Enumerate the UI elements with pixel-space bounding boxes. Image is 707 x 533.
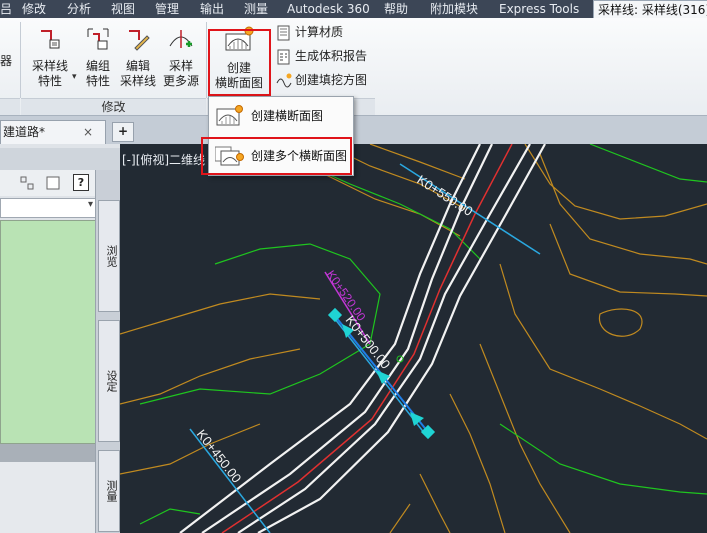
green-contour — [589, 144, 707, 183]
palette-side-tabs: 浏览 设定 测量 — [95, 170, 120, 533]
menu-item-addins[interactable]: 附加模块 — [430, 0, 478, 18]
sampleline-properties-label-1: 采样线 — [31, 59, 68, 73]
drawing-svg: K0+550.00 K0+500.00 K0+450.00 K0+520.00 — [120, 144, 707, 533]
sample-more-label-2: 更多源 — [162, 74, 199, 88]
dropdown-arrow-icon[interactable]: ▾ — [72, 72, 77, 82]
edit-group-label-2: 特性 — [85, 74, 110, 88]
palette-toolbar: ? — [0, 170, 95, 196]
menu-item-sampleline-context[interactable]: 采样线: 采样线(316) — [593, 0, 707, 19]
edit-sampleline-button[interactable]: 编辑 采样线 — [118, 26, 158, 89]
side-tab-browse[interactable]: 浏览 — [98, 200, 120, 312]
ribbon-clipped-label: 器 — [0, 54, 13, 68]
create-section-view-label: 创建横断面图 — [251, 109, 324, 123]
contour-line — [539, 153, 707, 265]
volume-report-button[interactable]: 生成体积报告 — [276, 46, 367, 66]
palette-header — [0, 148, 120, 170]
compute-materials-label: 计算材质 — [295, 25, 344, 39]
contour-line — [120, 423, 261, 475]
green-contour — [499, 423, 707, 495]
materials-icon — [277, 25, 290, 40]
cutfill-icon — [276, 73, 292, 87]
contour-line — [120, 348, 301, 405]
station-label-500: K0+500.00 — [343, 313, 394, 372]
menu-bar: 吕 修改 分析 视图 管理 输出 测量 Autodesk 360 帮助 附加模块… — [0, 0, 707, 19]
green-contour — [139, 508, 201, 525]
green-contour — [304, 163, 481, 260]
menu-item-autodesk360[interactable]: Autodesk 360 — [287, 0, 370, 18]
palette-tree-panel — [0, 220, 97, 444]
report-icon — [277, 49, 290, 64]
contour-line — [449, 393, 506, 533]
contour-line — [419, 473, 451, 533]
sample-more-sources-button[interactable]: 采样 更多源 — [160, 26, 202, 89]
section-view-icon — [216, 105, 243, 126]
highlight-box — [208, 29, 271, 96]
separator — [20, 22, 21, 98]
contour-line — [549, 223, 707, 297]
side-tab-survey[interactable]: 测量 — [98, 450, 120, 532]
station-label-450: K0+450.00 — [194, 427, 245, 486]
panel-label-clipped — [0, 98, 20, 115]
edit-group-properties-icon — [87, 28, 109, 50]
contour-line — [598, 308, 643, 337]
edit-sampleline-icon — [129, 30, 150, 51]
separator — [206, 22, 207, 98]
contour-line — [524, 144, 707, 220]
contour-line — [389, 503, 411, 533]
volume-report-label: 生成体积报告 — [295, 49, 368, 63]
drawing-viewport[interactable]: K0+550.00 K0+500.00 K0+450.00 K0+520.00 … — [120, 144, 707, 533]
palette-layout-icon[interactable] — [20, 176, 34, 190]
menu-item-manage[interactable]: 管理 — [155, 0, 179, 18]
contour-line — [499, 263, 707, 440]
menu-item-output[interactable]: 输出 — [200, 0, 224, 18]
close-tab-icon[interactable]: × — [83, 121, 93, 143]
sample-more-label-1: 采样 — [168, 59, 193, 73]
menu-item-help[interactable]: 帮助 — [384, 0, 408, 18]
contour-lines — [120, 144, 707, 533]
help-icon[interactable]: ? — [73, 174, 89, 191]
edit-group-properties-button[interactable]: 编组 特性 — [80, 26, 116, 89]
menu-item-modify[interactable]: 修改 — [22, 0, 46, 18]
side-tab-settings[interactable]: 设定 — [98, 320, 120, 442]
compute-materials-button[interactable]: 计算材质 — [276, 22, 343, 42]
highlight-box — [201, 137, 352, 175]
add-tab-icon[interactable]: + — [112, 122, 134, 142]
palette-dropdown[interactable]: ▾ — [0, 198, 97, 218]
road-edge — [257, 144, 546, 533]
document-tab-label: 建道路* — [3, 125, 46, 139]
sampleline-properties-label-2: 特性 — [37, 74, 62, 88]
grip-marker — [327, 307, 343, 323]
contour-line — [369, 144, 466, 180]
cutfill-label: 创建填挖方图 — [295, 73, 368, 87]
palette-selected-row[interactable] — [0, 444, 95, 462]
sampleline-properties-icon — [41, 30, 60, 49]
palette-window-icon[interactable] — [46, 176, 60, 190]
menu-item-survey[interactable]: 测量 — [244, 0, 268, 18]
chevron-down-icon: ▾ — [87, 199, 93, 210]
contour-line — [120, 293, 321, 335]
document-tab[interactable]: 建道路* × — [0, 120, 106, 144]
menu-item-express-tools[interactable]: Express Tools — [499, 0, 579, 18]
menu-item-view[interactable]: 视图 — [111, 0, 135, 18]
sample-more-sources-icon — [169, 30, 193, 48]
palette-detail-panel — [0, 462, 95, 533]
cutfill-diagram-button[interactable]: 创建填挖方图 — [276, 70, 367, 90]
menu-item-clipped[interactable]: 吕 — [0, 0, 12, 18]
contour-line — [479, 343, 571, 533]
edit-sampleline-label-2: 采样线 — [119, 74, 156, 88]
menu-item-create-section-view[interactable]: 创建横断面图 — [213, 101, 349, 131]
viewport-label[interactable]: [-][俯视]二维线 — [122, 151, 205, 168]
green-contour — [139, 243, 381, 405]
panel-label-modify: 修改 — [21, 98, 206, 115]
sampleline-properties-button[interactable]: 采样线 特性 — [28, 26, 72, 89]
edit-group-label-1: 编组 — [85, 59, 110, 73]
edit-sampleline-label-1: 编辑 — [125, 59, 150, 73]
menu-item-analyze[interactable]: 分析 — [67, 0, 91, 18]
